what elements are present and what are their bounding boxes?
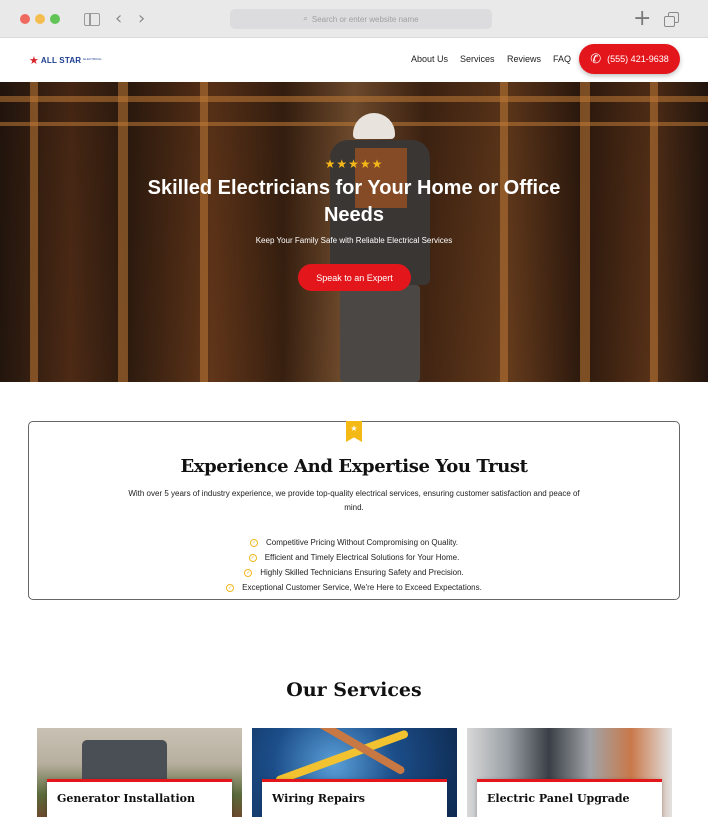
hero-subtitle: Keep Your Family Safe with Reliable Elec… bbox=[255, 236, 453, 245]
maximize-window-icon[interactable] bbox=[50, 14, 60, 24]
site-logo[interactable]: ★ ALL STAR ELECTRICAL bbox=[29, 54, 105, 66]
check-circle-icon: ✓ bbox=[226, 583, 235, 592]
hero-title: Skilled Electricians for Your Home or Of… bbox=[147, 177, 561, 226]
nav-reviews[interactable]: Reviews bbox=[507, 54, 541, 64]
close-window-icon[interactable] bbox=[20, 14, 30, 24]
phone-call-button[interactable]: ✆ (555) 421-9638 bbox=[579, 44, 680, 74]
logo-text: ALL STAR bbox=[40, 55, 82, 65]
feature-item: ✓ Efficient and Timely Electrical Solutio… bbox=[150, 553, 558, 562]
minimize-window-icon[interactable] bbox=[35, 14, 45, 24]
nav-faq[interactable]: FAQ bbox=[553, 54, 571, 64]
logo-subtext: ELECTRICAL bbox=[83, 57, 102, 62]
sidebar-toggle-icon[interactable] bbox=[84, 13, 100, 26]
worker-legs bbox=[340, 285, 420, 382]
feature-item: ✓ Highly Skilled Technicians Ensuring Saf… bbox=[150, 568, 558, 577]
star-logo-icon: ★ bbox=[29, 53, 39, 67]
service-card-wiring[interactable]: Wiring Repairs bbox=[252, 728, 457, 817]
check-circle-icon: ✓ bbox=[248, 553, 257, 562]
services-title: Our Services bbox=[286, 679, 422, 701]
phone-icon: ✆ bbox=[590, 51, 602, 67]
nav-about-us[interactable]: About Us bbox=[411, 54, 448, 64]
nav-services[interactable]: Services bbox=[460, 54, 495, 64]
check-circle-icon: ✓ bbox=[250, 538, 259, 547]
feature-item: ✓ Exceptional Customer Service, We're Her… bbox=[150, 583, 558, 592]
feature-text: Efficient and Timely Electrical Solution… bbox=[264, 553, 460, 562]
service-card-panel[interactable]: Electric Panel Upgrade bbox=[467, 728, 672, 817]
experience-description: With over 5 years of industry experience… bbox=[128, 489, 580, 512]
experience-title: Experience And Expertise You Trust bbox=[180, 456, 528, 477]
check-circle-icon: ✓ bbox=[244, 568, 253, 577]
feature-text: Competitive Pricing Without Compromising… bbox=[266, 538, 458, 547]
search-icon: ⌕ bbox=[303, 14, 308, 23]
tab-overview-icon[interactable] bbox=[664, 12, 679, 27]
speak-to-expert-button[interactable]: Speak to an Expert bbox=[298, 264, 411, 291]
service-card-generator[interactable]: Generator Installation bbox=[37, 728, 242, 817]
address-bar[interactable]: ⌕ Search or enter website name bbox=[230, 9, 492, 29]
service-label: Generator Installation bbox=[47, 779, 232, 817]
address-placeholder: Search or enter website name bbox=[311, 14, 419, 24]
back-arrow-icon[interactable]: ‹ bbox=[115, 8, 122, 29]
service-label: Wiring Repairs bbox=[262, 779, 447, 817]
feature-text: Exceptional Customer Service, We're Here… bbox=[242, 583, 482, 592]
forward-arrow-icon[interactable]: › bbox=[138, 8, 145, 29]
service-label: Electric Panel Upgrade bbox=[477, 779, 662, 817]
phone-number: (555) 421-9638 bbox=[607, 54, 669, 64]
feature-text: Highly Skilled Technicians Ensuring Safe… bbox=[260, 568, 464, 577]
browser-toolbar: ‹ › ⌕ Search or enter website name + bbox=[0, 0, 708, 38]
new-tab-icon[interactable]: + bbox=[633, 6, 651, 31]
feature-item: ✓ Competitive Pricing Without Compromisin… bbox=[150, 538, 558, 547]
rating-stars: ★★★★★ bbox=[324, 157, 384, 171]
